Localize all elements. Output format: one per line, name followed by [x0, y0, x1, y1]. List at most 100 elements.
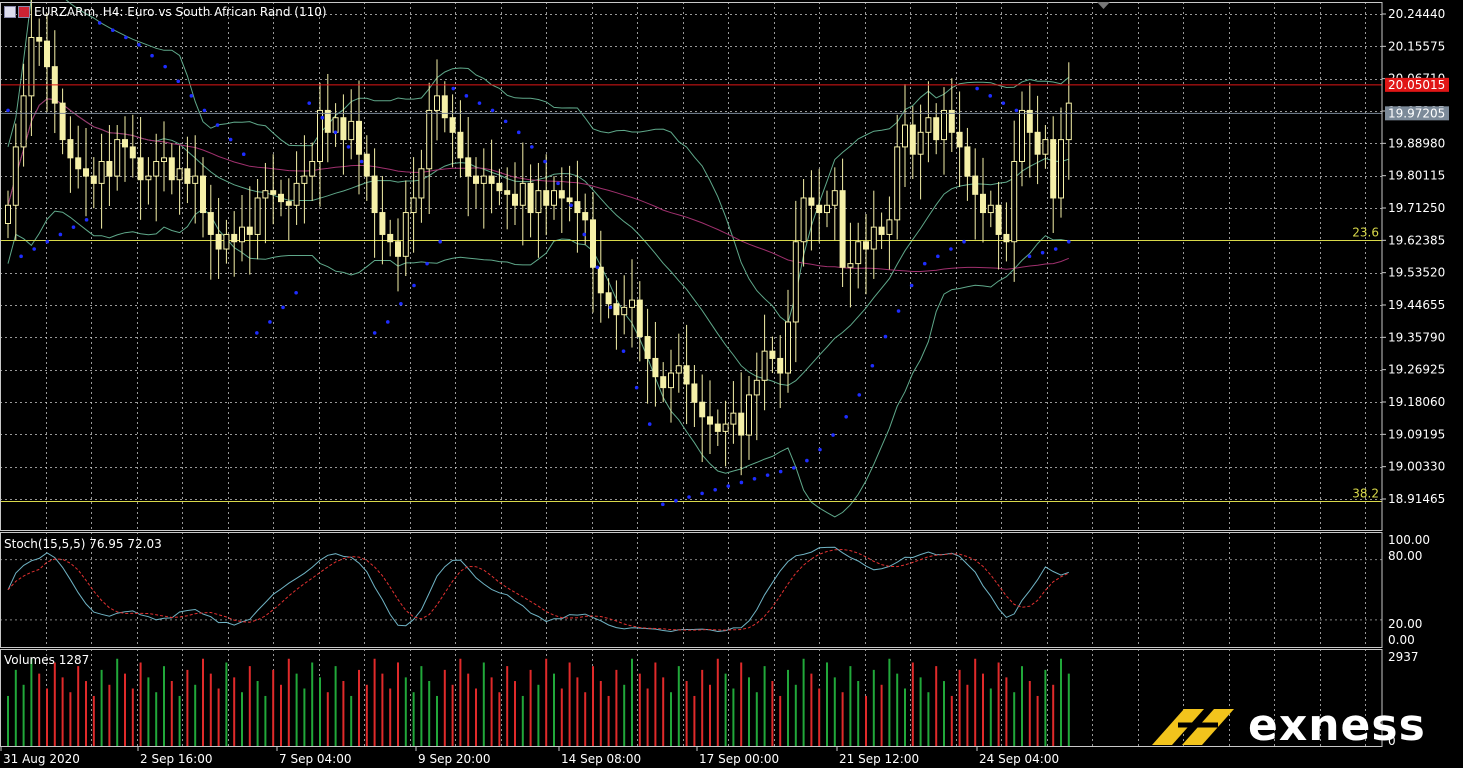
- volumes-label: Volumes 1287: [4, 653, 90, 667]
- candle-bull: [98, 160, 105, 184]
- stochastic-label: Stoch(15,5,5) 76.95 72.03: [4, 537, 162, 551]
- candle-bull: [426, 109, 433, 170]
- candle-bull: [894, 146, 901, 221]
- sar-dot: [988, 94, 993, 98]
- sar-dot: [71, 225, 76, 229]
- candle-bear: [512, 193, 518, 206]
- candle-bear: [590, 219, 596, 268]
- sar-dot: [805, 458, 809, 463]
- sar-dot: [687, 495, 691, 499]
- candle-bear: [59, 102, 66, 141]
- candle-bear: [714, 423, 721, 432]
- candle-bear: [395, 241, 401, 257]
- sar-dot: [530, 145, 534, 149]
- candle-bear: [644, 336, 651, 359]
- candle-bear: [1050, 139, 1057, 199]
- candle-bear: [363, 153, 370, 177]
- sar-dot: [1040, 250, 1045, 255]
- candle-bear: [137, 157, 144, 181]
- sar-dot: [713, 487, 717, 492]
- sar-dot: [1053, 247, 1058, 251]
- candle-bull: [847, 263, 854, 268]
- fibonacci-levels: 23.6 38.2: [0, 226, 1382, 502]
- candle-bear: [738, 412, 745, 436]
- candle-bear: [340, 117, 347, 141]
- candle-bull: [941, 109, 947, 141]
- bollinger-upper: [7, 0, 1070, 324]
- candle-bear: [816, 204, 823, 214]
- sar-dot: [464, 94, 469, 98]
- candle-bull: [145, 175, 152, 181]
- chart-title-text: EURZARm, H4: Euro vs South African Rand …: [34, 5, 327, 19]
- sar-dot: [818, 447, 822, 452]
- candle-bull: [402, 212, 409, 257]
- sar-dot: [241, 152, 246, 157]
- candle-bear: [207, 212, 214, 235]
- exness-logo: exness: [1148, 700, 1426, 751]
- sar-dot: [543, 159, 547, 164]
- sar-dot: [674, 498, 678, 503]
- candle-bull: [800, 197, 807, 243]
- sar-dot: [503, 119, 508, 124]
- candle-bull: [792, 241, 799, 323]
- candle-bull: [480, 175, 487, 184]
- exness-logo-icon: [1152, 708, 1234, 745]
- sar-dot: [922, 261, 927, 266]
- panel-borders: [0, 2, 1383, 747]
- price-tick-label: 19.44655: [1388, 298, 1445, 312]
- price-tick-label: 19.18060: [1388, 395, 1445, 409]
- price-level-lines: [0, 84, 1382, 114]
- sar-dot: [32, 247, 36, 251]
- stoch-tick-label: 20.00: [1388, 617, 1422, 631]
- candle-bear: [660, 376, 667, 389]
- candle-bull: [855, 241, 862, 265]
- candle-bull: [12, 146, 19, 206]
- candle-bear: [909, 124, 916, 155]
- sar-dot: [6, 108, 10, 113]
- candle-bear: [122, 139, 128, 148]
- price-tick-label: 19.88980: [1388, 136, 1445, 150]
- candle-bull: [332, 117, 339, 133]
- candle-bear: [995, 204, 1002, 235]
- candle-bull: [551, 190, 557, 206]
- time-label: 7 Sep 04:00: [279, 752, 351, 766]
- sar-dot: [294, 290, 298, 295]
- candle-bear: [707, 416, 713, 425]
- candle-bear: [488, 175, 495, 184]
- candle-bear: [496, 182, 503, 192]
- candle-bull: [348, 120, 355, 141]
- candle-bull: [761, 350, 768, 381]
- candle-bear: [449, 117, 456, 133]
- sar-dot: [883, 334, 888, 339]
- candle-bear: [371, 175, 378, 214]
- candle-bear: [574, 201, 581, 214]
- candle-bull: [301, 175, 308, 184]
- candle-bull: [917, 131, 924, 155]
- sar-dot: [228, 137, 233, 142]
- candle-bull: [870, 226, 877, 250]
- candle-bull: [785, 321, 791, 374]
- sar-dot: [477, 101, 482, 105]
- bollinger-bands: [7, 0, 1070, 518]
- sar-dot: [739, 480, 744, 485]
- sar-dot: [176, 79, 181, 84]
- sar-dot: [451, 86, 456, 91]
- sar-dot: [582, 232, 587, 237]
- time-label: 21 Sep 12:00: [839, 752, 919, 766]
- sar-dot: [307, 101, 312, 105]
- candle-bear: [457, 131, 464, 159]
- candle-bear: [878, 226, 885, 235]
- sar-dot: [700, 491, 704, 496]
- price-tick-label: 19.00330: [1388, 460, 1445, 474]
- sar-dot: [137, 42, 141, 47]
- sar-dot: [320, 115, 325, 120]
- candle-bull: [153, 160, 160, 177]
- sar-dot: [595, 265, 600, 270]
- candle-bull: [668, 372, 674, 389]
- candle-bull: [28, 36, 35, 97]
- sar-dot: [163, 64, 167, 69]
- sar-dot: [19, 254, 23, 259]
- exness-wordmark: exness: [1248, 700, 1426, 751]
- candle-bear: [972, 175, 979, 195]
- trading-chart[interactable]: 23.638.2 20.2444020.1557520.0671019.9720…: [0, 0, 1463, 768]
